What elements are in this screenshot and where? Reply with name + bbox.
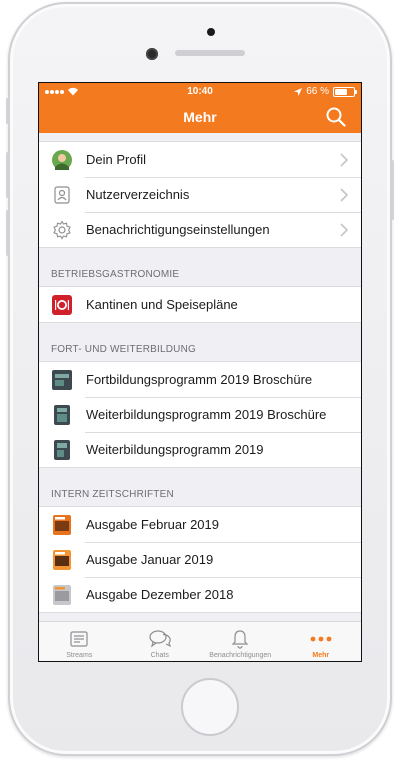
menu-item-label: Dein Profil xyxy=(86,152,146,167)
newspaper-icon xyxy=(68,628,90,650)
app-screen: 10:40 66 % Mehr Dein Profil Nutzerverzei… xyxy=(38,82,362,662)
menu-item-training-brochure[interactable]: Fortbildungsprogramm 2019 Broschüre xyxy=(39,362,361,397)
profile-group: Dein Profil Nutzerverzeichnis Benachrich… xyxy=(39,141,361,248)
menu-item-label: Kantinen und Speisepläne xyxy=(86,297,238,312)
menu-item-notification-settings[interactable]: Benachrichtigungseinstellungen xyxy=(39,212,361,247)
search-icon[interactable] xyxy=(325,106,347,128)
front-sensor xyxy=(207,28,215,36)
battery-icon xyxy=(333,86,357,97)
menu-item-label: Weiterbildungsprogramm 2019 Broschüre xyxy=(86,407,327,422)
tab-label: Benachrichtigungen xyxy=(209,652,272,659)
training-group: Fortbildungsprogramm 2019 Broschüre Weit… xyxy=(39,361,361,468)
tab-chats[interactable]: Chats xyxy=(120,622,201,661)
page-title: Mehr xyxy=(183,108,217,125)
menu-item-label: Nutzerverzeichnis xyxy=(86,187,190,202)
tab-more[interactable]: Mehr xyxy=(281,622,362,661)
menu-item-issue-february-2019[interactable]: Ausgabe Februar 2019 xyxy=(39,507,361,542)
avatar xyxy=(52,149,72,170)
section-header-magazines: INTERN ZEITSCHRIFTEN xyxy=(51,489,174,500)
tab-notifications[interactable]: Benachrichtigungen xyxy=(200,622,281,661)
bell-icon xyxy=(229,628,251,650)
power-button xyxy=(391,160,394,220)
menu-item-issue-december-2018[interactable]: Ausgabe Dezember 2018 xyxy=(39,577,361,612)
menu-item-label: Ausgabe Februar 2019 xyxy=(86,517,219,532)
tab-label: Chats xyxy=(150,652,169,659)
contact-card-icon xyxy=(52,185,72,205)
section-header-gastronomy: BETRIEBSGASTRONOMIE xyxy=(51,269,180,280)
more-dots-icon xyxy=(310,628,332,650)
chevron-right-icon xyxy=(340,152,349,167)
home-button[interactable] xyxy=(181,678,239,736)
menu-item-label: Ausgabe Januar 2019 xyxy=(86,552,214,567)
volume-up-button xyxy=(6,152,9,198)
menu-item-label: Benachrichtigungseinstellungen xyxy=(86,222,270,237)
chevron-right-icon xyxy=(340,222,349,237)
menu-item-label: Fortbildungsprogramm 2019 Broschüre xyxy=(86,372,313,387)
menu-item-label: Weiterbildungsprogramm 2019 xyxy=(86,442,264,457)
tab-label: Streams xyxy=(66,652,93,659)
tab-streams[interactable]: Streams xyxy=(39,622,120,661)
cutlery-icon xyxy=(52,294,72,315)
menu-item-label: Ausgabe Dezember 2018 xyxy=(86,587,234,602)
tab-bar: Streams Chats Benachrichtigungen Mehr xyxy=(39,621,361,661)
magazine-cover-icon xyxy=(52,514,72,535)
front-camera xyxy=(146,48,158,60)
brochure-icon xyxy=(52,404,72,425)
gear-icon xyxy=(52,219,72,240)
menu-item-canteen[interactable]: Kantinen und Speisepläne xyxy=(39,287,361,322)
volume-down-button xyxy=(6,210,9,256)
menu-item-further-training-brochure[interactable]: Weiterbildungsprogramm 2019 Broschüre xyxy=(39,397,361,432)
navigation-bar: Mehr xyxy=(39,100,361,133)
tab-label: Mehr xyxy=(312,652,330,659)
menu-item-further-training-program[interactable]: Weiterbildungsprogramm 2019 xyxy=(39,432,361,467)
earpiece-speaker xyxy=(175,50,245,56)
brochure-icon xyxy=(52,369,72,390)
gastronomy-group: Kantinen und Speisepläne xyxy=(39,286,361,323)
status-bar: 10:40 66 % xyxy=(39,83,361,100)
magazines-group: Ausgabe Februar 2019 Ausgabe Januar 2019 xyxy=(39,506,361,613)
settings-list: Dein Profil Nutzerverzeichnis Benachrich… xyxy=(39,133,361,621)
section-header-training: FORT- UND WEITERBILDUNG xyxy=(51,344,196,355)
magazine-cover-icon xyxy=(52,584,72,605)
magazine-cover-icon xyxy=(52,549,72,570)
menu-item-user-directory[interactable]: Nutzerverzeichnis xyxy=(39,177,361,212)
chat-bubbles-icon xyxy=(149,628,171,650)
chevron-right-icon xyxy=(340,187,349,202)
brochure-icon xyxy=(52,439,72,460)
menu-item-profile[interactable]: Dein Profil xyxy=(39,142,361,177)
status-time: 10:40 xyxy=(187,86,213,97)
menu-item-issue-january-2019[interactable]: Ausgabe Januar 2019 xyxy=(39,542,361,577)
mute-switch xyxy=(6,98,9,124)
